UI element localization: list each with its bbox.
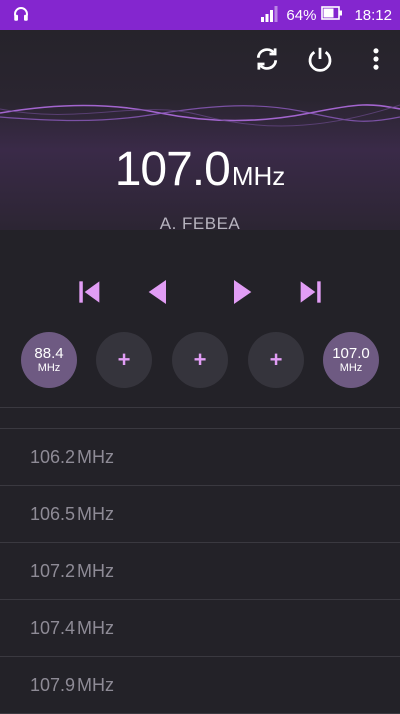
- list-divider: [0, 407, 400, 408]
- signal-icon: [261, 4, 281, 26]
- preset-3-add[interactable]: +: [172, 332, 228, 388]
- preset-5[interactable]: 107.0 MHz: [323, 332, 379, 388]
- preset-frequency: 88.4: [34, 345, 64, 362]
- preset-unit: MHz: [37, 362, 61, 374]
- station-row[interactable]: 106.2 MHz: [0, 429, 400, 486]
- station-unit: MHz: [77, 503, 115, 524]
- clock: 18:12: [354, 6, 392, 24]
- add-icon: +: [193, 347, 207, 372]
- station-frequency: 106.5: [30, 503, 76, 524]
- station-list: 106.2 MHz 106.5 MHz 107.2 MHz 107.4 MHz 107.…: [0, 407, 400, 714]
- station-name: A. FEBEA: [159, 214, 241, 233]
- frequency-value: 107.0: [114, 143, 231, 196]
- skip-previous-icon[interactable]: [74, 276, 106, 308]
- tuner-controls: [0, 276, 400, 312]
- add-icon: +: [269, 347, 283, 372]
- toolbar: [0, 42, 400, 78]
- station-row[interactable]: 107.2 MHz: [0, 543, 400, 600]
- battery-percent: 64%: [286, 6, 317, 24]
- station-frequency: 107.4: [30, 617, 76, 638]
- preset-bar: 88.4 MHz + + + 107.0 MHz: [0, 332, 400, 388]
- station-row[interactable]: 107.9 MHz: [0, 657, 400, 714]
- frequency-display: 107.0MHz: [0, 142, 400, 197]
- skip-next-icon[interactable]: [294, 276, 326, 308]
- station-frequency: 106.2: [30, 446, 76, 467]
- station-unit: MHz: [77, 560, 115, 581]
- station-row[interactable]: 106.5 MHz: [0, 486, 400, 543]
- step-forward-icon[interactable]: [226, 276, 258, 308]
- station-unit: MHz: [77, 617, 115, 638]
- status-bar: 64% 18:12: [0, 0, 400, 30]
- preset-1[interactable]: 88.4 MHz: [21, 332, 77, 388]
- battery-icon: [321, 6, 343, 24]
- preset-4-add[interactable]: +: [248, 332, 304, 388]
- power-icon[interactable]: [305, 44, 335, 74]
- wave-decoration: [0, 104, 400, 127]
- more-vert-icon[interactable]: [362, 44, 390, 74]
- preset-2-add[interactable]: +: [96, 332, 152, 388]
- preset-frequency: 107.0: [332, 345, 370, 362]
- station-frequency: 107.9: [30, 674, 76, 695]
- preset-unit: MHz: [339, 362, 363, 374]
- headphones-icon: [12, 5, 30, 27]
- station-row[interactable]: 107.4 MHz: [0, 600, 400, 657]
- station-unit: MHz: [77, 446, 115, 467]
- step-back-icon[interactable]: [142, 276, 174, 308]
- refresh-icon[interactable]: [252, 44, 282, 74]
- station-unit: MHz: [77, 674, 115, 695]
- station-frequency: 107.2: [30, 560, 76, 581]
- frequency-unit: MHz: [231, 161, 286, 191]
- add-icon: +: [117, 347, 131, 372]
